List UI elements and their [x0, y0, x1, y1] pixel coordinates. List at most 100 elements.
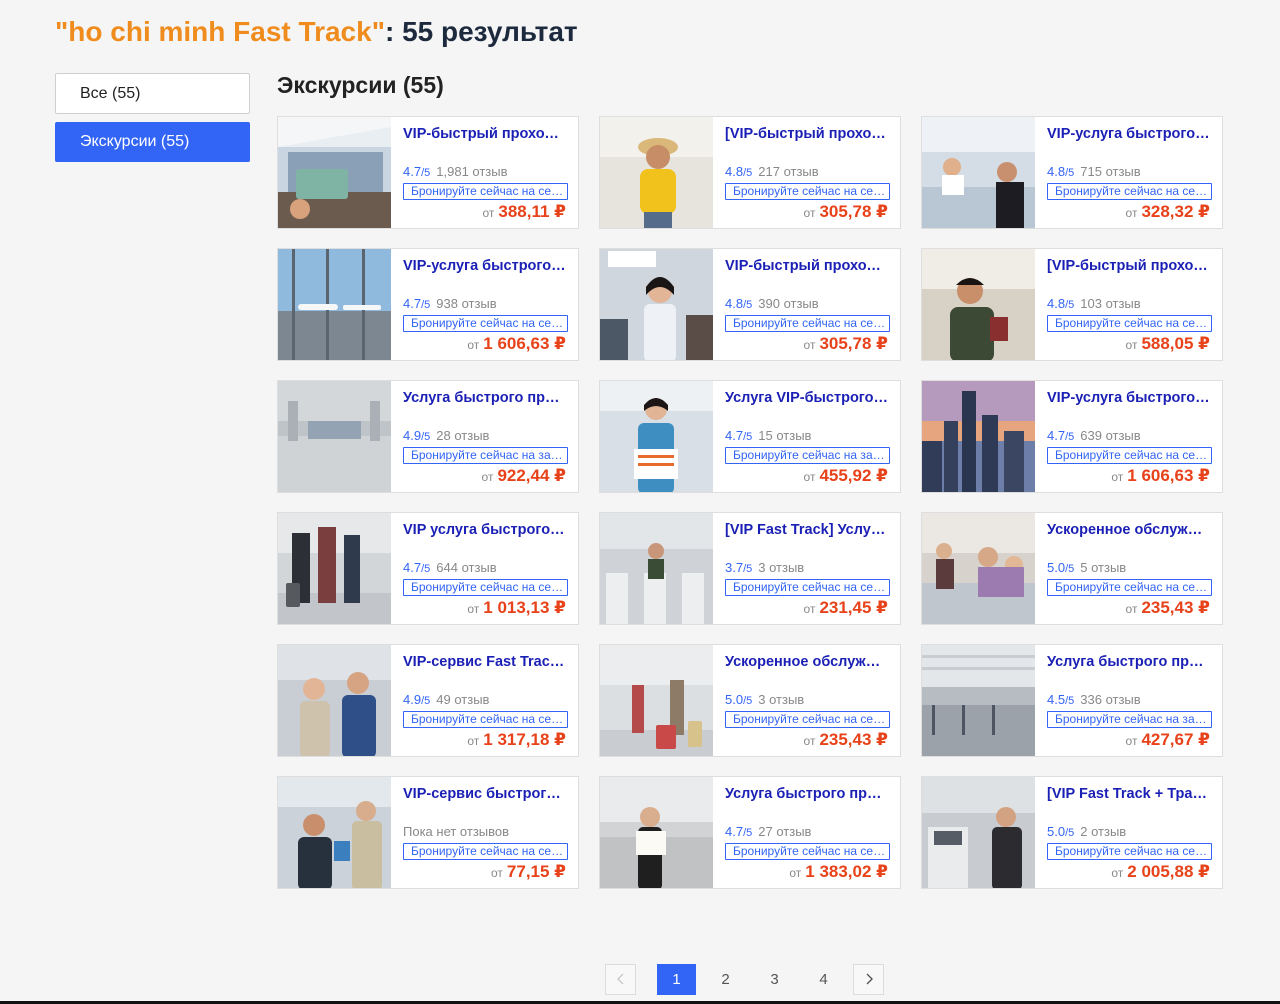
tour-title[interactable]: [VIP Fast Track] Услуга быстрого прохода: [725, 522, 889, 538]
tour-thumbnail[interactable]: [922, 513, 1035, 624]
price-from-label: от: [481, 470, 494, 484]
tour-thumbnail[interactable]: [600, 645, 713, 756]
tour-card[interactable]: VIP-услуга быстрого прохода и трансфер 4.…: [921, 380, 1223, 493]
tour-thumbnail[interactable]: [922, 381, 1035, 492]
tour-thumbnail[interactable]: [278, 777, 391, 888]
tour-title[interactable]: [VIP-быстрый проход в аэропорту Хошимина…: [1047, 258, 1211, 274]
tour-thumbnail[interactable]: [278, 513, 391, 624]
tour-title[interactable]: VIP-сервис Fast Track в аэропорту Таншон…: [403, 654, 567, 670]
tour-photo: [922, 117, 1035, 228]
tour-title[interactable]: VIP-услуга быстрого прохода в аэропорту: [1047, 126, 1211, 142]
page-4[interactable]: 4: [804, 964, 843, 995]
tour-title[interactable]: VIP-сервис быстрого прохода в аэропорту: [403, 786, 567, 802]
tour-card[interactable]: VIP-быстрый проход и встреча в аэропорту…: [599, 248, 901, 361]
tour-thumbnail[interactable]: [922, 249, 1035, 360]
tour-rating: 4.8/5 103 отзыв: [1047, 296, 1141, 311]
tour-title[interactable]: VIP-быстрый проход и встреча в аэропорту: [725, 258, 889, 274]
tour-thumbnail[interactable]: [600, 249, 713, 360]
review-count: 644 отзыв: [436, 560, 497, 575]
tour-thumbnail[interactable]: [600, 381, 713, 492]
tour-title[interactable]: Услуга быстрого прохода в аэропорту: [403, 390, 567, 406]
rating-scale: /5: [1065, 695, 1075, 707]
page-3[interactable]: 3: [755, 964, 794, 995]
tour-price: от 77,15 ₽: [491, 862, 566, 882]
review-count: 28 отзыв: [436, 428, 490, 443]
tour-title[interactable]: Ускоренное обслуживание в аэропорту: [1047, 522, 1211, 538]
tour-photo: [600, 645, 713, 756]
tour-price: от 305,78 ₽: [804, 202, 888, 222]
tour-title[interactable]: [VIP Fast Track + Трансфер в аэропорту]: [1047, 786, 1211, 802]
tour-card[interactable]: Ускоренное обслуживание в аэропорту 5.0/5…: [921, 512, 1223, 625]
price-value: 588,05 ₽: [1141, 334, 1210, 353]
tour-card[interactable]: Ускоренное обслуживание в аэропорту 5.0/5…: [599, 644, 901, 757]
tour-title[interactable]: VIP-услуга быстрого прохода и трансфер: [1047, 390, 1211, 406]
review-count: 217 отзыв: [758, 164, 819, 179]
rating-score: 4.7: [403, 296, 422, 311]
tour-thumbnail[interactable]: [278, 249, 391, 360]
price-value: 328,32 ₽: [1141, 202, 1210, 221]
tour-thumbnail[interactable]: [278, 117, 391, 228]
prev-page-button[interactable]: [605, 963, 636, 995]
price-value: 388,11 ₽: [498, 202, 566, 221]
price-value: 77,15 ₽: [506, 862, 566, 881]
tour-card[interactable]: Услуга быстрого прохода в аэропорту 4.5/5…: [921, 644, 1223, 757]
tour-title[interactable]: VIP услуга быстрого прохода в аэропорту: [403, 522, 567, 538]
tour-card[interactable]: VIP-услуга быстрого прохода в аэропорту 4…: [921, 116, 1223, 229]
page-title: "ho chi minh Fast Track": 55 результат: [55, 16, 578, 48]
query-quote-open: ": [55, 16, 69, 47]
tour-title[interactable]: Ускоренное обслуживание в аэропорту: [725, 654, 889, 670]
page-1[interactable]: 1: [657, 963, 696, 995]
chevron-right-icon: [866, 973, 873, 985]
review-count: 3 отзыв: [758, 560, 805, 575]
tour-thumbnail[interactable]: [922, 117, 1035, 228]
tour-thumbnail[interactable]: [600, 513, 713, 624]
tour-title[interactable]: Услуга быстрого прохода в аэропорту: [1047, 654, 1211, 670]
tour-rating: 5.0/5 5 отзыв: [1047, 560, 1126, 575]
tour-card[interactable]: VIP-услуга быстрого прохода Таншоннят 4.7…: [277, 248, 579, 361]
tour-thumbnail[interactable]: [922, 777, 1035, 888]
tour-card[interactable]: VIP-сервис Fast Track в аэропорту Таншон…: [277, 644, 579, 757]
tour-card[interactable]: VIP услуга быстрого прохода в аэропорту 4…: [277, 512, 579, 625]
tour-title[interactable]: Услуга быстрого прохода в аэропорту: [725, 786, 889, 802]
tour-card[interactable]: Услуга VIP-быстрого прохода в аэропорту 4…: [599, 380, 901, 493]
tour-thumbnail[interactable]: [600, 777, 713, 888]
tour-photo: [278, 513, 391, 624]
price-value: 922,44 ₽: [497, 466, 566, 485]
tour-card[interactable]: [VIP-быстрый проход в аэропорту Хошимина…: [599, 116, 901, 229]
tour-price: от 231,45 ₽: [804, 598, 888, 618]
tour-thumbnail[interactable]: [600, 117, 713, 228]
tour-card[interactable]: [VIP Fast Track] Услуга быстрого прохода…: [599, 512, 901, 625]
tour-title[interactable]: [VIP-быстрый проход в аэропорту Хошимина…: [725, 126, 889, 142]
tour-rating: 5.0/5 3 отзыв: [725, 692, 804, 707]
book-now-badge: Бронируйте сейчас на сегодня: [1047, 579, 1212, 596]
tour-title[interactable]: VIP-услуга быстрого прохода Таншоннят: [403, 258, 567, 274]
tour-card[interactable]: VIP-сервис быстрого прохода в аэропорту П…: [277, 776, 579, 889]
tour-info: Ускоренное обслуживание в аэропорту 5.0/5…: [713, 645, 900, 756]
price-value: 1 317,18 ₽: [483, 730, 566, 749]
filter-tours[interactable]: Экскурсии (55): [55, 122, 250, 162]
tour-title[interactable]: Услуга VIP-быстрого прохода в аэропорту: [725, 390, 889, 406]
next-page-button[interactable]: [853, 963, 884, 995]
tour-card[interactable]: Услуга быстрого прохода в аэропорту 4.7/5…: [599, 776, 901, 889]
rating-score: 4.7: [403, 560, 422, 575]
tour-thumbnail[interactable]: [922, 645, 1035, 756]
price-value: 1 013,13 ₽: [483, 598, 566, 617]
tour-title[interactable]: VIP-быстрый проход в аэропорту Таншоннят: [403, 126, 567, 142]
tour-info: [VIP Fast Track + Трансфер в аэропорту] 5…: [1035, 777, 1222, 888]
review-count: 715 отзыв: [1080, 164, 1141, 179]
tour-thumbnail[interactable]: [278, 645, 391, 756]
rating-scale: /5: [743, 167, 753, 179]
tour-card[interactable]: Услуга быстрого прохода в аэропорту 4.9/5…: [277, 380, 579, 493]
tour-card[interactable]: VIP-быстрый проход в аэропорту Таншоннят…: [277, 116, 579, 229]
filter-all[interactable]: Все (55): [55, 73, 250, 114]
price-from-label: от: [789, 866, 802, 880]
tour-card[interactable]: [VIP Fast Track + Трансфер в аэропорту] 5…: [921, 776, 1223, 889]
tour-info: Услуга быстрого прохода в аэропорту 4.7/5…: [713, 777, 900, 888]
price-value: 231,45 ₽: [819, 598, 888, 617]
rating-scale: /5: [743, 563, 753, 575]
tour-rating: 4.7/5 938 отзыв: [403, 296, 497, 311]
page-2[interactable]: 2: [706, 964, 745, 995]
tour-card[interactable]: [VIP-быстрый проход в аэропорту Хошимина…: [921, 248, 1223, 361]
tour-rating: Пока нет отзывов: [403, 824, 509, 839]
tour-thumbnail[interactable]: [278, 381, 391, 492]
